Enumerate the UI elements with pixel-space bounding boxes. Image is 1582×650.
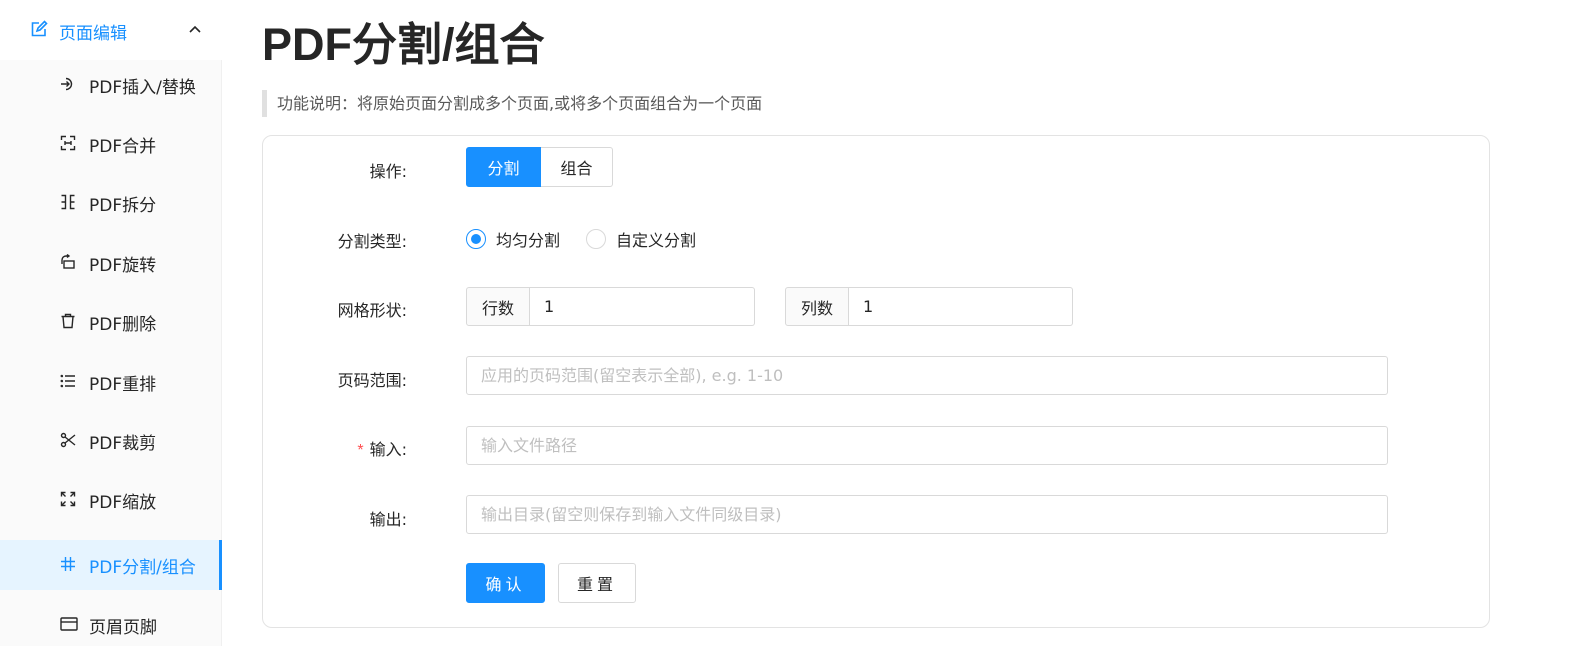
sidebar-item-label: PDF重排 xyxy=(89,375,157,395)
cols-input-group: 列数 xyxy=(785,287,1073,326)
sidebar-item-label: 页眉页脚 xyxy=(89,618,157,638)
cols-addon: 列数 xyxy=(785,287,849,326)
required-mark: * xyxy=(357,442,364,459)
radio-label: 均匀分割 xyxy=(496,231,561,250)
radio-checked-icon xyxy=(466,229,486,249)
sidebar-item-header-footer[interactable]: 页眉页脚 xyxy=(0,600,222,650)
rows-addon: 行数 xyxy=(466,287,530,326)
sidebar-item-pdf-delete[interactable]: PDF删除 xyxy=(0,297,222,347)
scissors-icon xyxy=(60,432,76,448)
rows-input-group: 行数 xyxy=(466,287,755,326)
sidebar-item-pdf-split-combine[interactable]: PDF分割/组合 xyxy=(0,540,222,590)
sidebar-item-label: PDF裁剪 xyxy=(89,434,157,454)
input-label: 输入: xyxy=(369,440,407,459)
sidebar-item-label: PDF拆分 xyxy=(89,196,157,216)
rotate-icon xyxy=(60,254,76,270)
operation-segmented: 分割 组合 xyxy=(466,147,613,187)
sidebar-item-label: PDF删除 xyxy=(89,315,157,335)
page-range-label: 页码范围: xyxy=(337,371,407,390)
sidebar-item-label: PDF旋转 xyxy=(89,256,157,276)
grid-icon xyxy=(60,556,76,572)
chevron-up-icon[interactable] xyxy=(188,22,202,36)
input-label-wrap: * 输入: xyxy=(357,436,407,460)
operation-label: 操作: xyxy=(369,162,407,181)
merge-icon xyxy=(60,135,76,151)
header-footer-icon xyxy=(60,616,78,632)
output-label: 输出: xyxy=(369,510,407,529)
scale-icon xyxy=(60,491,76,507)
submenu-label: 页面编辑 xyxy=(59,24,127,44)
sidebar-item-pdf-rotate[interactable]: PDF旋转 xyxy=(0,238,222,288)
reset-button[interactable]: 重置 xyxy=(558,563,636,603)
radio-custom-split[interactable]: 自定义分割 xyxy=(586,228,696,250)
sidebar-item-label: PDF插入/替换 xyxy=(89,78,196,98)
confirm-button[interactable]: 确认 xyxy=(466,563,545,603)
split-icon xyxy=(60,194,76,210)
sidebar-item-pdf-reorder[interactable]: PDF重排 xyxy=(0,357,222,407)
sidebar-item-pdf-scale[interactable]: PDF缩放 xyxy=(0,475,222,525)
trash-icon xyxy=(60,313,76,329)
sidebar-item-pdf-merge[interactable]: PDF合并 xyxy=(0,119,222,169)
radio-unchecked-icon xyxy=(586,229,606,249)
edit-icon xyxy=(30,20,48,38)
insert-icon xyxy=(60,76,76,92)
sidebar-item-pdf-crop[interactable]: PDF裁剪 xyxy=(0,416,222,466)
sidebar-item-label: PDF缩放 xyxy=(89,493,157,513)
page-range-input[interactable] xyxy=(466,356,1388,395)
submenu-page-edit[interactable]: 页面编辑 xyxy=(0,0,222,60)
input-path-field[interactable] xyxy=(466,426,1388,465)
sidebar-item-label: PDF分割/组合 xyxy=(89,558,196,578)
sidebar-item-label: PDF合并 xyxy=(89,137,157,157)
rows-input[interactable] xyxy=(530,287,755,326)
sidebar-item-pdf-split[interactable]: PDF拆分 xyxy=(0,178,222,228)
radio-label: 自定义分割 xyxy=(616,231,697,250)
function-description: 功能说明：将原始页面分割成多个页面,或将多个页面组合为一个页面 xyxy=(262,90,762,117)
operation-split-option[interactable]: 分割 xyxy=(466,147,541,187)
list-icon xyxy=(60,373,76,389)
grid-shape-label: 网格形状: xyxy=(337,301,407,320)
split-type-label: 分割类型: xyxy=(337,232,407,251)
operation-combine-option[interactable]: 组合 xyxy=(541,147,613,187)
cols-input[interactable] xyxy=(849,287,1073,326)
sidebar: 页面编辑 PDF插入/替换 PDF合并 PDF拆分 PDF旋转 PDF删除 PD… xyxy=(0,0,222,646)
sidebar-item-pdf-insert[interactable]: PDF插入/替换 xyxy=(0,60,222,110)
output-dir-field[interactable] xyxy=(466,495,1388,534)
page-title: PDF分割/组合 xyxy=(262,19,545,70)
radio-uniform-split[interactable]: 均匀分割 xyxy=(466,228,560,250)
